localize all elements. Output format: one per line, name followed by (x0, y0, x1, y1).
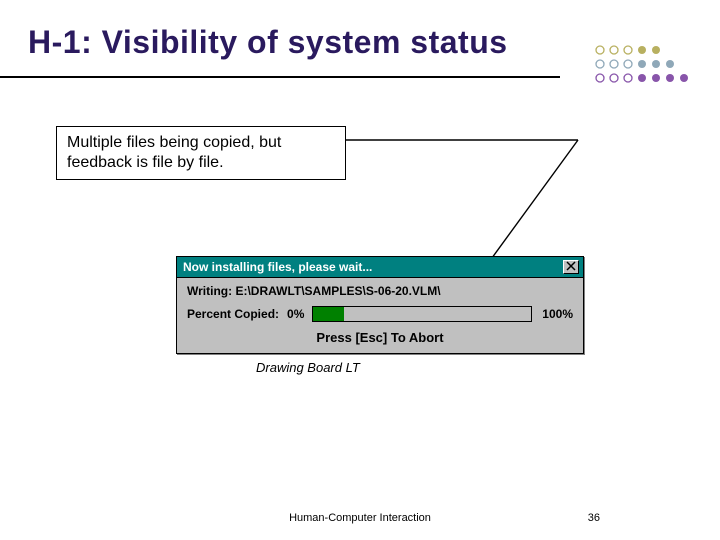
callout-connector (346, 136, 586, 266)
abort-hint: Press [Esc] To Abort (187, 330, 573, 345)
install-dialog: Now installing files, please wait... Wri… (176, 256, 584, 354)
dialog-body: Writing: E:\DRAWLT\SAMPLES\S-06-20.VLM\ … (177, 278, 583, 353)
percent-end: 100% (538, 307, 573, 321)
bullet-decoration (590, 42, 700, 112)
writing-row: Writing: E:\DRAWLT\SAMPLES\S-06-20.VLM\ (187, 284, 573, 298)
progress-bar (312, 306, 532, 322)
writing-path: E:\DRAWLT\SAMPLES\S-06-20.VLM\ (235, 284, 440, 298)
figure-caption: Drawing Board LT (256, 360, 360, 375)
close-icon (565, 261, 577, 271)
page-number: 36 (588, 512, 600, 524)
callout-annotation: Multiple files being copied, but feedbac… (56, 126, 346, 180)
percent-row: Percent Copied: 0% 100% (187, 306, 573, 322)
dialog-titlebar: Now installing files, please wait... (177, 257, 583, 278)
percent-start: 0% (285, 307, 306, 321)
progress-fill (313, 307, 344, 321)
percent-label: Percent Copied: (187, 307, 279, 321)
slide-title: H-1: Visibility of system status (28, 24, 508, 61)
footer-text: Human-Computer Interaction (0, 512, 720, 524)
writing-label: Writing: (187, 284, 232, 298)
close-button[interactable] (563, 260, 579, 274)
dialog-title-text: Now installing files, please wait... (183, 260, 372, 274)
title-underline (0, 76, 560, 78)
